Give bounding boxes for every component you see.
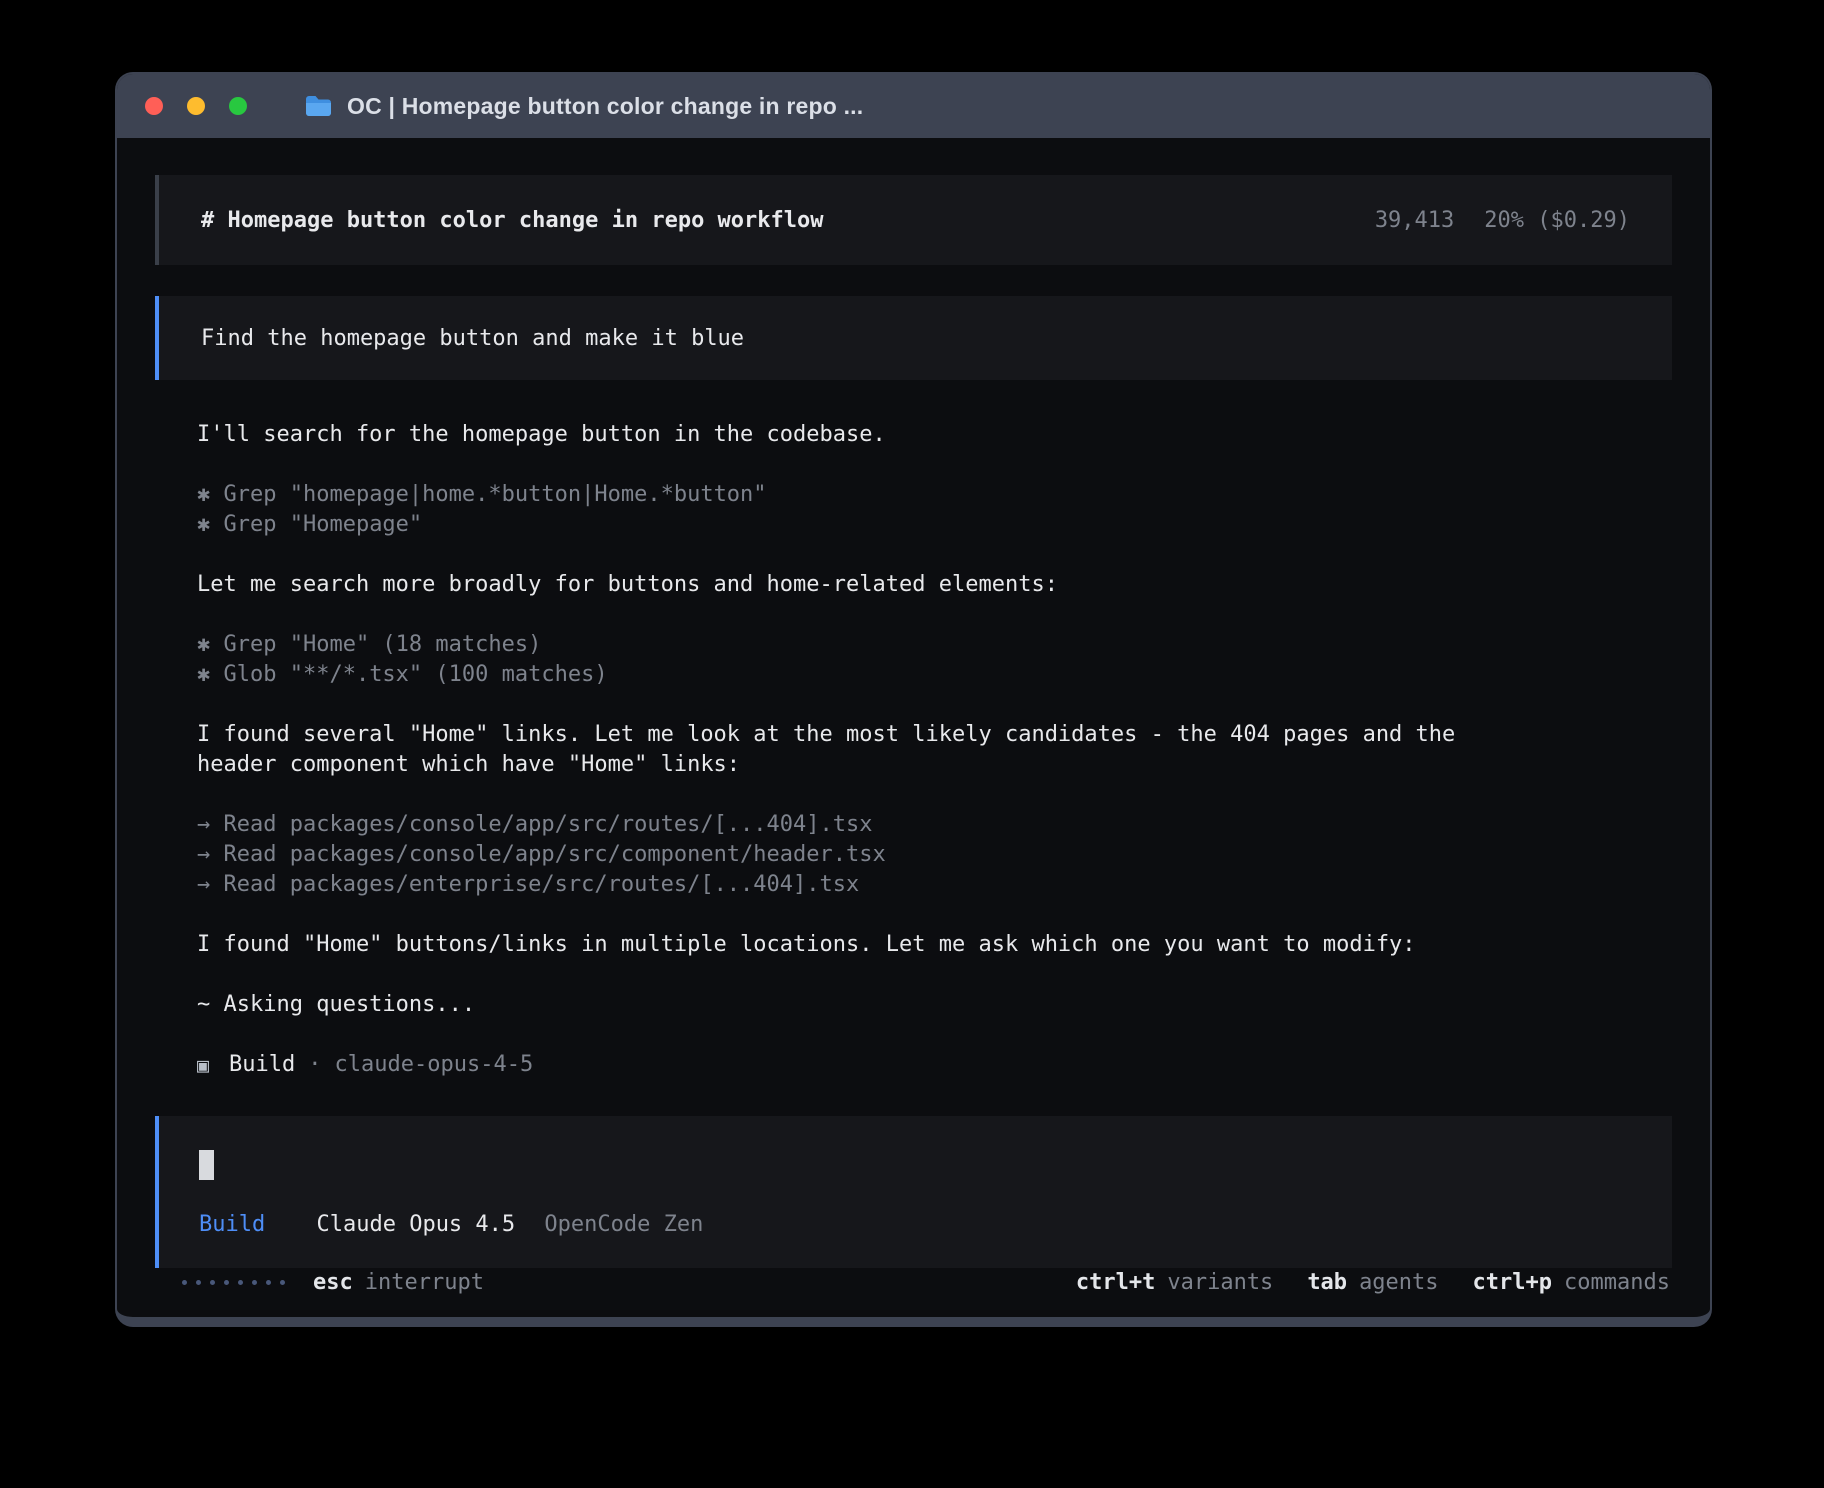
agent-status-line: ▣ Build · claude-opus-4-5: [155, 1050, 1672, 1080]
prompt-meta: Build Claude Opus 4.5 OpenCode Zen: [199, 1210, 1632, 1240]
close-button[interactable]: [145, 97, 163, 115]
transcript-gap: [197, 900, 1630, 930]
token-count: 39,413: [1375, 208, 1454, 233]
esc-key: esc: [313, 1270, 353, 1295]
traffic-lights: [145, 97, 271, 115]
tool-call-line: ✱ Grep "Home" (18 matches): [197, 630, 1527, 660]
spinner-dot: [280, 1280, 285, 1285]
agent-name: Build: [229, 1050, 295, 1080]
tool-bullet-icon: ✱: [197, 482, 210, 507]
user-message: Find the homepage button and make it blu…: [155, 296, 1672, 380]
transcript-gap: [197, 450, 1630, 480]
window-title: OC | Homepage button color change in rep…: [347, 93, 863, 120]
transcript-gap: [197, 780, 1630, 810]
shortcut-variants: ctrl+t variants: [1076, 1270, 1273, 1295]
status-bar-right: ctrl+t variants tab agents ctrl+p comman…: [1076, 1270, 1670, 1295]
tool-bullet-icon: ✱: [197, 662, 210, 687]
spinner-dot: [224, 1280, 229, 1285]
agent-mode-label[interactable]: Build: [199, 1212, 265, 1237]
shortcut-key: ctrl+t: [1076, 1270, 1155, 1295]
status-separator: ·: [308, 1050, 321, 1080]
tool-bullet-icon: →: [197, 842, 210, 867]
prompt-input-line[interactable]: [199, 1150, 1632, 1180]
model-label[interactable]: Claude Opus 4.5: [316, 1212, 515, 1237]
assistant-text-line: ~ Asking questions...: [197, 990, 1527, 1020]
shortcut-label: variants: [1167, 1270, 1273, 1295]
titlebar[interactable]: OC | Homepage button color change in rep…: [117, 74, 1710, 138]
session-stats: 39,413 20% ($0.29): [1375, 208, 1630, 233]
spinner-dot: [252, 1280, 257, 1285]
spinner-dot: [238, 1280, 243, 1285]
esc-label: interrupt: [365, 1270, 484, 1295]
tool-bullet-icon: ✱: [197, 512, 210, 537]
folder-icon: [305, 95, 332, 117]
user-message-text: Find the homepage button and make it blu…: [201, 326, 744, 351]
shortcut-agents: tab agents: [1307, 1270, 1438, 1295]
session-header: # Homepage button color change in repo w…: [155, 175, 1672, 265]
transcript-gap: [197, 540, 1630, 570]
tool-bullet-icon: →: [197, 812, 210, 837]
agent-badge-icon: ▣: [197, 1050, 209, 1080]
context-usage: 20% ($0.29): [1484, 208, 1630, 233]
spinner-dot: [266, 1280, 271, 1285]
tool-call-line: → Read packages/enterprise/src/routes/[.…: [197, 870, 1527, 900]
spinner-dots: [182, 1280, 285, 1285]
tool-bullet-icon: →: [197, 872, 210, 897]
tool-call-line: ✱ Grep "homepage|home.*button|Home.*butt…: [197, 480, 1527, 510]
transcript-gap: [197, 960, 1630, 990]
spinner-dot: [196, 1280, 201, 1285]
status-bar: esc interrupt ctrl+t variants tab agents…: [155, 1270, 1672, 1301]
spinner-dot: [210, 1280, 215, 1285]
spinner-dot: [182, 1280, 187, 1285]
shortcut-label: commands: [1564, 1270, 1670, 1295]
shortcut-key: tab: [1307, 1270, 1347, 1295]
assistant-text-line: Let me search more broadly for buttons a…: [197, 570, 1527, 600]
provider-label: OpenCode Zen: [544, 1212, 703, 1237]
terminal-window: OC | Homepage button color change in rep…: [115, 72, 1712, 1327]
tool-call-line: ✱ Grep "Homepage": [197, 510, 1527, 540]
session-title: # Homepage button color change in repo w…: [201, 208, 824, 233]
tool-call-line: → Read packages/console/app/src/routes/[…: [197, 810, 1527, 840]
tool-call-line: → Read packages/console/app/src/componen…: [197, 840, 1527, 870]
assistant-text-line: I found "Home" buttons/links in multiple…: [197, 930, 1527, 960]
text-cursor: [199, 1150, 214, 1180]
minimize-button[interactable]: [187, 97, 205, 115]
status-bar-left: esc interrupt: [182, 1270, 484, 1295]
prompt-input[interactable]: Build Claude Opus 4.5 OpenCode Zen: [155, 1116, 1672, 1268]
shortcut-commands: ctrl+p commands: [1473, 1270, 1670, 1295]
transcript-gap: [197, 690, 1630, 720]
shortcut-key: ctrl+p: [1473, 1270, 1552, 1295]
transcript-gap: [197, 600, 1630, 630]
assistant-text-line: I'll search for the homepage button in t…: [197, 420, 1527, 450]
terminal-content: # Homepage button color change in repo w…: [117, 138, 1710, 1317]
model-name: claude-opus-4-5: [335, 1050, 534, 1080]
transcript: I'll search for the homepage button in t…: [155, 420, 1672, 1020]
tool-bullet-icon: ✱: [197, 632, 210, 657]
assistant-text-line: I found several "Home" links. Let me loo…: [197, 720, 1527, 780]
shortcut-label: agents: [1359, 1270, 1438, 1295]
zoom-button[interactable]: [229, 97, 247, 115]
tool-call-line: ✱ Glob "**/*.tsx" (100 matches): [197, 660, 1527, 690]
